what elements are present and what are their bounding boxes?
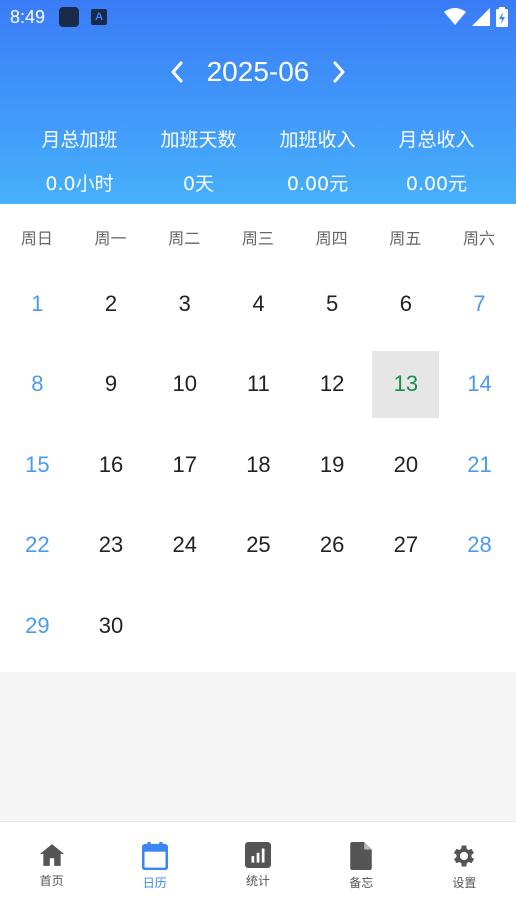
month-summary: 月总加班 0.0小时 加班天数 0天 加班收入 0.00元 月总收入 0.00元 — [0, 122, 516, 202]
document-icon — [350, 842, 372, 870]
month-title: 2025-06 — [206, 56, 310, 87]
bottom-nav: 首页 日历 统计 备忘 设置 — [0, 821, 516, 917]
day-cell[interactable]: 11 — [225, 351, 292, 418]
day-cell[interactable]: 30 — [78, 592, 145, 659]
notification-app-icon — [59, 7, 80, 27]
header: 8:49 A 2025-06 月总加班 0.0小时 加班天数 0天 加班收入 0… — [0, 0, 516, 204]
day-cell[interactable]: 23 — [78, 512, 145, 579]
day-cell[interactable]: 28 — [446, 512, 513, 579]
status-time: 8:49 — [10, 6, 46, 27]
summary-value: 0.00元 — [286, 173, 349, 195]
day-cell[interactable]: 1 — [4, 271, 71, 338]
day-cell[interactable]: 27 — [372, 512, 439, 579]
weekday-label: 周六 — [462, 229, 495, 248]
calendar-icon — [141, 842, 168, 870]
tab-label: 首页 — [39, 874, 64, 888]
prev-month-button[interactable] — [155, 50, 199, 94]
day-cell[interactable]: 19 — [299, 431, 366, 498]
calendar: 周日 周一 周二 周三 周四 周五 周六 1 2 3 4 5 6 7 8 9 10 11 12 13 14… — [0, 204, 516, 672]
day-cell[interactable]: 14 — [446, 351, 513, 418]
day-cell[interactable]: 16 — [78, 431, 145, 498]
tab-label: 统计 — [246, 874, 271, 888]
text-app-icon: A — [91, 9, 108, 25]
day-cell[interactable]: 12 — [299, 351, 366, 418]
weekday-label: 周日 — [20, 229, 53, 248]
weekday-label: 周五 — [389, 229, 422, 248]
day-cell[interactable]: 25 — [225, 512, 292, 579]
summary-value: 0.00元 — [405, 173, 468, 195]
day-cell[interactable]: 5 — [299, 271, 366, 338]
weekday-header: 周日 周一 周二 周三 周四 周五 周六 — [0, 204, 516, 270]
tab-label: 备忘 — [349, 876, 374, 890]
day-cell[interactable]: 10 — [151, 351, 218, 418]
day-cell[interactable]: 6 — [372, 271, 439, 338]
summary-overtime-days: 加班天数 0天 — [139, 122, 258, 202]
tab-statistics[interactable]: 统计 — [206, 822, 309, 917]
day-cell[interactable]: 21 — [446, 431, 513, 498]
month-navigator: 2025-06 — [0, 48, 516, 96]
chart-icon — [245, 842, 271, 868]
summary-value: 0天 — [182, 173, 215, 195]
tab-label: 设置 — [452, 876, 477, 890]
weekday-label: 周一 — [94, 229, 127, 248]
day-cell[interactable]: 20 — [372, 431, 439, 498]
weekday-label: 周三 — [241, 229, 274, 248]
day-cell[interactable]: 24 — [151, 512, 218, 579]
day-cell[interactable]: 26 — [299, 512, 366, 579]
summary-overtime-income: 加班收入 0.00元 — [258, 122, 377, 202]
home-icon — [39, 844, 64, 866]
day-cell[interactable]: 18 — [225, 431, 292, 498]
status-bar: 8:49 A — [0, 0, 516, 34]
signal-icon — [472, 8, 490, 26]
summary-overtime-hours: 月总加班 0.0小时 — [20, 122, 139, 202]
next-month-button[interactable] — [317, 50, 361, 94]
day-cell[interactable]: 4 — [225, 271, 292, 338]
day-cell[interactable]: 8 — [4, 351, 71, 418]
tab-label: 日历 — [142, 876, 167, 890]
day-cell[interactable]: 29 — [4, 592, 71, 659]
day-cell[interactable]: 2 — [78, 271, 145, 338]
day-cell[interactable]: 22 — [4, 512, 71, 579]
summary-label: 加班天数 — [160, 129, 237, 151]
battery-icon — [496, 7, 508, 27]
gear-icon — [454, 845, 475, 867]
chevron-right-icon — [333, 61, 345, 83]
day-cell[interactable]: 15 — [4, 431, 71, 498]
summary-label: 月总加班 — [41, 129, 118, 151]
day-cell-today[interactable]: 13 — [372, 350, 440, 418]
day-cell[interactable]: 3 — [151, 271, 218, 338]
day-cell[interactable]: 7 — [446, 271, 513, 338]
day-cell[interactable]: 17 — [151, 431, 218, 498]
summary-value: 0.0小时 — [45, 173, 114, 195]
chevron-left-icon — [171, 61, 183, 83]
summary-label: 加班收入 — [279, 129, 356, 151]
tab-settings[interactable]: 设置 — [413, 822, 516, 917]
summary-total-income: 月总收入 0.00元 — [377, 122, 496, 202]
wifi-icon — [444, 8, 466, 25]
day-cell[interactable]: 9 — [78, 351, 145, 418]
summary-label: 月总收入 — [398, 129, 475, 151]
tab-memo[interactable]: 备忘 — [310, 822, 413, 917]
weekday-label: 周四 — [315, 229, 348, 248]
weekday-label: 周二 — [168, 229, 201, 248]
tab-home[interactable]: 首页 — [0, 822, 103, 917]
tab-calendar[interactable]: 日历 — [103, 822, 206, 917]
